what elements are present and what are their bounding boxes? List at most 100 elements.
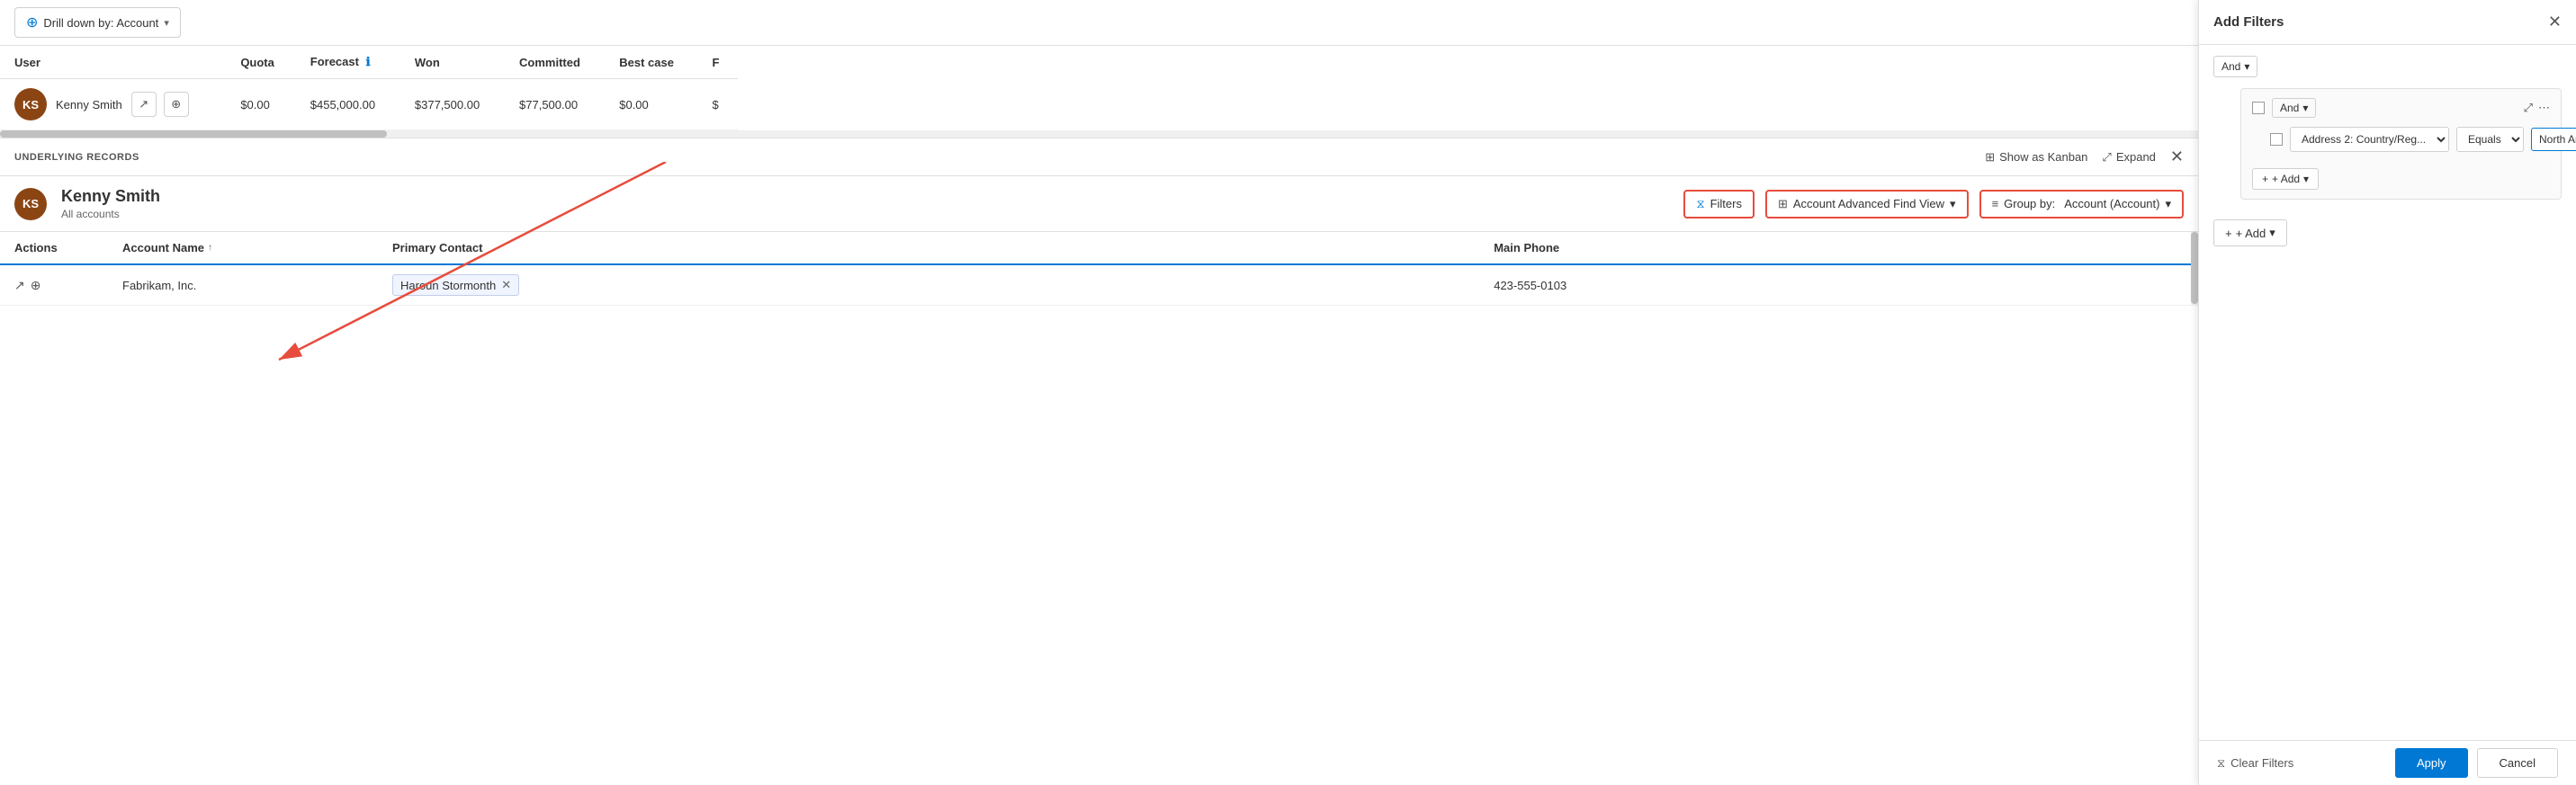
clear-filters-label: Clear Filters (2230, 756, 2293, 770)
filter-group-header: And ▾ ⤢ ⋯ (2252, 98, 2550, 118)
ur-header: UNDERLYING RECORDS ⊞ Show as Kanban ⤢ Ex… (0, 138, 2198, 176)
add-main-button[interactable]: + + Add ▾ (2213, 219, 2287, 246)
share-icon[interactable]: ↗ (131, 92, 157, 117)
drill-down-button[interactable]: ⊕ Drill down by: Account ▾ (14, 7, 181, 38)
user-name: Kenny Smith (56, 98, 122, 112)
top-and-chevron: ▾ (2244, 60, 2249, 73)
row-open-icon[interactable]: ↗ (14, 278, 25, 293)
table-row: KS Kenny Smith ↗ ⊕ $0.00 $455,000.00 $37… (0, 79, 738, 130)
sort-asc-icon: ↑ (208, 243, 212, 253)
col-won: Won (400, 46, 505, 79)
ur-title: UNDERLYING RECORDS (14, 152, 139, 163)
col-committed: Committed (505, 46, 605, 79)
cancel-button[interactable]: Cancel (2477, 748, 2558, 778)
expand-icon: ⤢ (2102, 150, 2111, 165)
vertical-scrollbar[interactable] (2191, 232, 2198, 306)
add-condition-button[interactable]: + + Add ▾ (2252, 168, 2319, 190)
group-icon: ≡ (1992, 197, 1999, 210)
value-input[interactable] (2531, 128, 2576, 151)
clear-filters-button[interactable]: ⧖ Clear Filters (2217, 756, 2293, 771)
show-as-kanban-button[interactable]: ⊞ Show as Kanban (1985, 150, 2087, 165)
view-chevron: ▾ (1950, 197, 1956, 211)
view-button[interactable]: ⊞ Account Advanced Find View ▾ (1765, 190, 1969, 219)
group-checkbox[interactable] (2252, 102, 2265, 114)
apply-button[interactable]: Apply (2395, 748, 2468, 778)
rp-close-button[interactable]: ✕ (2548, 13, 2562, 31)
main-phone-cell: 423-555-0103 (1479, 264, 2198, 306)
th-account-name[interactable]: Account Name ↑ (108, 232, 378, 264)
committed-cell: $77,500.00 (505, 79, 605, 130)
th-primary-contact: Primary Contact (378, 232, 1479, 264)
expand-filter-icon[interactable]: ⤢ (2524, 101, 2533, 115)
contact-name: Haroun Stormonth (400, 279, 496, 292)
won-cell: $377,500.00 (400, 79, 505, 130)
drill-down-chevron: ▾ (164, 17, 169, 29)
field-select[interactable]: Address 2: Country/Reg... (2290, 127, 2449, 152)
drill-down-label: Drill down by: Account (43, 16, 158, 30)
add-person-icon[interactable]: ⊕ (164, 92, 189, 117)
horizontal-scrollbar[interactable] (0, 130, 2198, 138)
grid-icon: ⊞ (1778, 197, 1788, 211)
kanban-label: Show as Kanban (1999, 150, 2087, 164)
globe-icon: ⊕ (26, 13, 38, 31)
ks-info: Kenny Smith All accounts (61, 187, 1669, 220)
rp-body: And ▾ And ▾ ⤢ ⋯ (2199, 45, 2576, 785)
group-by-button[interactable]: ≡ Group by: Account (Account) ▾ (1979, 190, 2184, 219)
user-cell: KS Kenny Smith ↗ ⊕ (0, 79, 226, 130)
f-cell: $ (697, 79, 738, 130)
data-row: ↗ ⊕ Fabrikam, Inc. Haroun Stormonth ✕ (0, 264, 2198, 306)
add-main-label: + Add (2236, 227, 2266, 240)
add-main-icon: + (2225, 227, 2232, 240)
operator-select[interactable]: Equals (2456, 127, 2524, 152)
rp-header: Add Filters ✕ (2199, 0, 2576, 45)
forecast-cell: $455,000.00 (296, 79, 400, 130)
and-group-chevron: ▾ (2302, 102, 2308, 114)
and-group-label: And (2280, 102, 2299, 114)
bottom-bar: ⧖ Clear Filters Apply Cancel (2199, 740, 2576, 785)
top-bar: ⊕ Drill down by: Account ▾ (0, 0, 2198, 46)
ks-toolbar: ⧖ Filters ⊞ Account Advanced Find View ▾… (1683, 190, 2184, 219)
left-content: ⊕ Drill down by: Account ▾ User Quota Fo… (0, 0, 2198, 785)
expand-button[interactable]: ⤢ Expand (2102, 150, 2156, 165)
filters-button[interactable]: ⧖ Filters (1683, 190, 1755, 219)
add-chevron: ▾ (2303, 173, 2309, 185)
col-forecast: Forecast ℹ (296, 46, 400, 79)
data-table: Actions Account Name ↑ Primary Contact (0, 232, 2198, 306)
filter-icon: ⧖ (1696, 197, 1704, 211)
bestcase-cell: $0.00 (605, 79, 697, 130)
and-group-badge[interactable]: And ▾ (2272, 98, 2316, 118)
scroll-thumb-v[interactable] (2191, 232, 2198, 304)
clear-filter-icon: ⧖ (2217, 756, 2225, 771)
forecast-info-icon[interactable]: ℹ (366, 55, 371, 68)
top-and-label: And (2221, 60, 2240, 73)
filter-condition-row: Address 2: Country/Reg... Equals › (2270, 127, 2550, 152)
avatar: KS (14, 88, 47, 120)
expand-label: Expand (2116, 150, 2156, 164)
row-add-icon[interactable]: ⊕ (31, 278, 41, 293)
ks-row: KS Kenny Smith All accounts ⧖ Filters ⊞ … (0, 176, 2198, 232)
add-label: + Add (2272, 173, 2300, 185)
add-main-chevron: ▾ (2269, 226, 2275, 240)
top-and-badge[interactable]: And ▾ (2213, 56, 2257, 77)
contact-tag: Haroun Stormonth ✕ (392, 274, 519, 296)
rp-title: Add Filters (2213, 14, 2284, 30)
th-actions: Actions (0, 232, 108, 264)
primary-contact-cell: Haroun Stormonth ✕ (378, 264, 1479, 306)
close-button[interactable]: ✕ (2170, 147, 2184, 166)
group-chevron: ▾ (2165, 197, 2171, 211)
filter-group: And ▾ ⤢ ⋯ Address 2: Country/Reg... (2240, 88, 2562, 200)
forecast-table: User Quota Forecast ℹ Won Committed Best… (0, 46, 738, 130)
scroll-thumb-h[interactable] (0, 130, 387, 138)
group-value: Account (Account) (2064, 197, 2159, 210)
quota-cell: $0.00 (226, 79, 295, 130)
remove-contact-icon[interactable]: ✕ (501, 278, 511, 292)
filter-group-icons: ⤢ ⋯ (2524, 101, 2550, 115)
more-filter-icon[interactable]: ⋯ (2538, 101, 2550, 115)
actions-cell: ↗ ⊕ (0, 264, 108, 306)
group-label: Group by: (2004, 197, 2055, 210)
condition-checkbox[interactable] (2270, 133, 2283, 146)
kanban-icon: ⊞ (1985, 150, 1995, 165)
ks-avatar: KS (14, 188, 47, 220)
account-name-cell: Fabrikam, Inc. (108, 264, 378, 306)
th-main-phone: Main Phone (1479, 232, 2198, 264)
